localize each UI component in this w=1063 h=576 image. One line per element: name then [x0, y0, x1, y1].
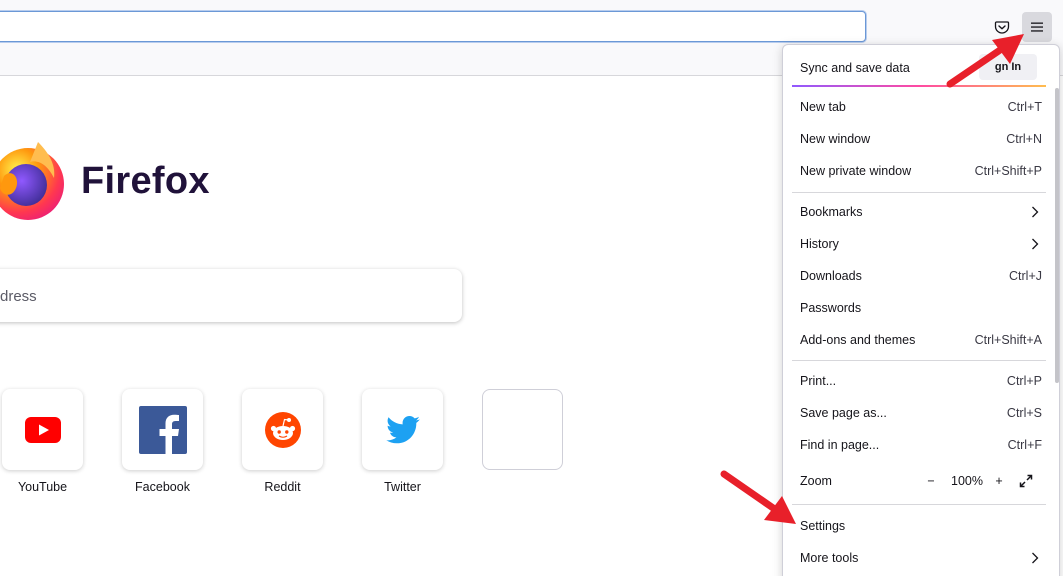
menu-item-new-tab[interactable]: New tab Ctrl+T	[792, 92, 1046, 122]
menu-item-label: More tools	[800, 551, 859, 565]
menu-item-label: Find in page...	[800, 438, 880, 452]
menu-item-label: Downloads	[800, 269, 862, 283]
menu-item-addons-and-themes[interactable]: Add-ons and themes Ctrl+Shift+A	[792, 325, 1046, 355]
shortcut-tile-twitter[interactable]	[362, 389, 443, 470]
chevron-right-icon	[1032, 206, 1039, 218]
zoom-out-button[interactable]: −	[919, 466, 943, 496]
menu-item-shortcut: Ctrl+S	[1006, 406, 1042, 420]
twitter-icon	[385, 415, 420, 443]
zoom-in-button[interactable]: +	[987, 466, 1011, 496]
search-placeholder: dress	[0, 288, 37, 305]
menu-scrollbar[interactable]	[1055, 88, 1059, 383]
menu-separator	[792, 192, 1046, 193]
menu-item-shortcut: Ctrl+F	[1007, 438, 1042, 452]
youtube-icon	[24, 416, 61, 443]
menu-item-label: Settings	[800, 519, 846, 533]
menu-item-label: Passwords	[800, 301, 862, 315]
fullscreen-icon	[1019, 474, 1033, 488]
menu-item-label: Print...	[800, 374, 837, 388]
facebook-icon	[138, 405, 187, 454]
menu-item-new-private-window[interactable]: New private window Ctrl+Shift+P	[792, 156, 1046, 186]
menu-item-shortcut: Ctrl+N	[1006, 132, 1042, 146]
menu-item-label: Save page as...	[800, 406, 887, 420]
fullscreen-button[interactable]	[1013, 466, 1039, 496]
menu-item-downloads[interactable]: Downloads Ctrl+J	[792, 261, 1046, 291]
annotation-arrow-icon	[946, 34, 1024, 88]
shortcut-label-twitter: Twitter	[384, 480, 421, 494]
menu-item-print[interactable]: Print... Ctrl+P	[792, 366, 1046, 396]
menu-item-label: History	[800, 237, 839, 251]
menu-item-shortcut: Ctrl+P	[1006, 374, 1042, 388]
shortcut-tile-empty[interactable]	[482, 389, 563, 470]
zoom-reset-button[interactable]: 100%	[947, 466, 987, 496]
menu-item-history[interactable]: History	[792, 229, 1046, 259]
shortcut-tile-youtube[interactable]	[2, 389, 83, 470]
menu-item-bookmarks[interactable]: Bookmarks	[792, 197, 1046, 227]
menu-item-shortcut: Ctrl+T	[1007, 100, 1042, 114]
reddit-icon	[264, 411, 301, 448]
menu-item-passwords[interactable]: Passwords	[792, 293, 1046, 323]
menu-item-find-in-page[interactable]: Find in page... Ctrl+F	[792, 430, 1046, 460]
menu-item-label: Bookmarks	[800, 205, 863, 219]
menu-separator	[792, 360, 1046, 361]
shortcut-tile-facebook[interactable]	[122, 389, 203, 470]
shortcut-tile-reddit[interactable]	[242, 389, 323, 470]
menu-item-shortcut: Ctrl+J	[1009, 269, 1042, 283]
menu-item-shortcut: Ctrl+Shift+A	[974, 333, 1042, 347]
chevron-right-icon	[1032, 552, 1039, 564]
menu-item-settings[interactable]: Settings	[792, 511, 1046, 541]
firefox-logo-icon	[0, 138, 70, 222]
menu-item-shortcut: Ctrl+Shift+P	[974, 164, 1042, 178]
menu-item-label: New tab	[800, 100, 846, 114]
menu-item-label: New window	[800, 132, 871, 146]
shortcut-label-facebook: Facebook	[135, 480, 190, 494]
shortcut-label-youtube: YouTube	[17, 480, 68, 494]
menu-item-label: New private window	[800, 164, 912, 178]
menu-item-label: Add-ons and themes	[800, 333, 916, 347]
chevron-right-icon	[1032, 238, 1039, 250]
web-search-box[interactable]: dress	[0, 269, 462, 322]
firefox-wordmark: Firefox	[81, 160, 210, 202]
annotation-arrow-icon	[720, 470, 796, 524]
menu-item-save-page-as[interactable]: Save page as... Ctrl+S	[792, 398, 1046, 428]
application-menu-panel: Sync and save data gn In New tab Ctrl+T …	[782, 44, 1060, 576]
shortcut-label-reddit: Reddit	[264, 480, 301, 494]
menu-item-new-window[interactable]: New window Ctrl+N	[792, 124, 1046, 154]
menu-separator	[792, 504, 1046, 505]
address-bar[interactable]	[0, 11, 866, 42]
hamburger-menu-icon	[1031, 22, 1043, 32]
firefox-window: Firefox dress YouTube Facebook Reddit Tw…	[0, 0, 1063, 576]
menu-item-more-tools[interactable]: More tools	[792, 543, 1046, 573]
